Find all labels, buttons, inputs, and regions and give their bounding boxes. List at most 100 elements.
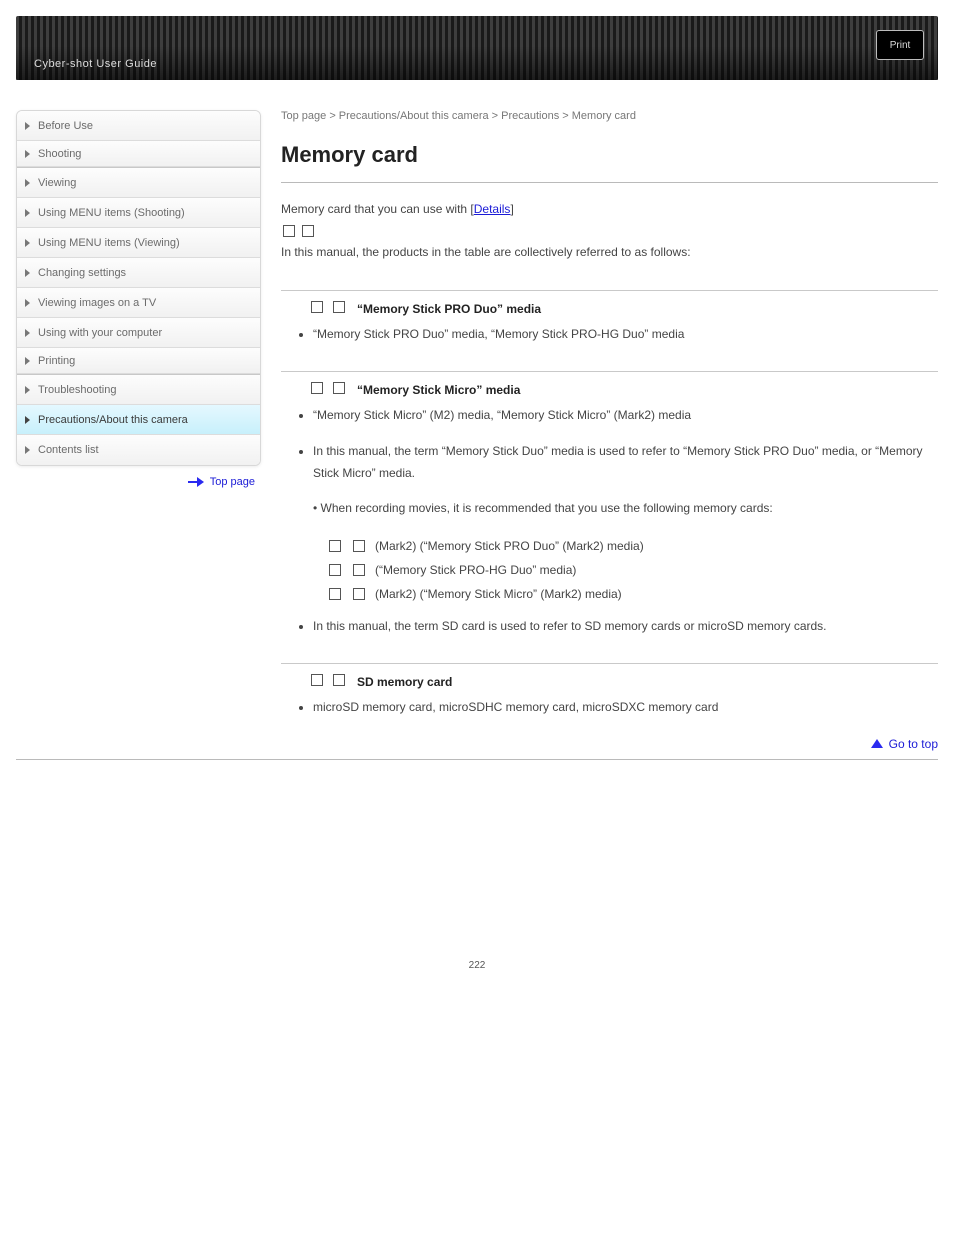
nav-label: Shooting [38,148,81,160]
rule [281,182,938,183]
nav-label: Troubleshooting [38,384,116,396]
intro-line2: In this manual, the products in the tabl… [281,245,691,259]
chevron-right-icon [25,357,30,365]
chevron-right-icon [25,209,30,217]
nav-label: Using MENU items (Shooting) [38,207,185,219]
section: “Memory Stick Micro” media “Memory Stick… [281,371,938,637]
top-page-label: Top page [210,476,255,488]
sub-link-text: (Mark2) (“Memory Stick PRO Duo” (Mark2) … [375,534,644,558]
intro-text: Memory card that you can use with [ [281,202,474,216]
note-item: • When recording movies, it is recommend… [313,498,938,520]
chevron-right-icon [25,269,30,277]
square-icon [333,674,345,686]
nav-item[interactable]: Viewing images on a TV [17,288,260,318]
section-rule [281,290,938,291]
square-icon [283,225,295,237]
nav-label: Changing settings [38,267,126,279]
section-head: SD memory card [309,674,938,689]
section-label: “Memory Stick PRO Duo” media [357,302,541,316]
chevron-right-icon [25,446,30,454]
sub-link-row: (“Memory Stick PRO-HG Duo” media) [327,558,938,582]
footer-rule [16,759,938,760]
go-to-top[interactable]: Go to top [281,737,938,751]
chevron-right-icon [25,150,30,158]
square-icon [333,382,345,394]
square-icon [311,382,323,394]
note-item: “Memory Stick Micro” (M2) media, “Memory… [313,405,938,427]
chevron-right-icon [25,299,30,307]
sub-link-row: (Mark2) (“Memory Stick Micro” (Mark2) me… [327,582,938,606]
sub-link-text: (“Memory Stick PRO-HG Duo” media) [375,558,576,582]
note-item: In this manual, the term SD card is used… [313,616,938,638]
square-icon [353,588,365,600]
section-head: “Memory Stick PRO Duo” media [309,301,938,316]
section-label: “Memory Stick Micro” media [357,383,520,397]
nav-item[interactable]: Viewing [17,168,260,198]
chevron-right-icon [25,416,30,424]
notes-list: “Memory Stick Micro” (M2) media, “Memory… [299,405,938,519]
square-icon [353,540,365,552]
note-item: microSD memory card, microSDHC memory ca… [313,697,938,719]
notes-list: “Memory Stick PRO Duo” media, “Memory St… [299,324,938,346]
sidebar: Before Use Shooting Viewing Using MENU i… [16,110,261,751]
section-rule [281,371,938,372]
breadcrumb[interactable]: Top page > Precautions/About this camera… [281,110,636,122]
nav-item[interactable]: Contents list [17,435,260,465]
nav-item[interactable]: Using MENU items (Viewing) [17,228,260,258]
go-top-label: Go to top [889,737,938,751]
intro-block: Memory card that you can use with [Detai… [281,199,938,264]
nav-label: Precautions/About this camera [38,414,188,426]
note-item: “Memory Stick PRO Duo” media, “Memory St… [313,324,938,346]
sub-link-row: (Mark2) (“Memory Stick PRO Duo” (Mark2) … [327,534,938,558]
top-page-link[interactable]: Top page [16,476,255,488]
triangle-up-icon [871,739,883,748]
chevron-right-icon [25,386,30,394]
details-link[interactable]: Details [474,202,511,216]
nav-label: Using with your computer [38,327,162,339]
side-nav: Before Use Shooting Viewing Using MENU i… [16,110,261,466]
notes-list: microSD memory card, microSDHC memory ca… [299,697,938,719]
nav-item[interactable]: Using with your computer [17,318,260,348]
print-button[interactable]: Print [876,30,924,60]
section: SD memory card microSD memory card, micr… [281,663,938,719]
square-icon [333,301,345,313]
nav-label: Before Use [38,120,93,132]
chevron-right-icon [25,122,30,130]
chevron-right-icon [25,239,30,247]
section-rule [281,663,938,664]
nav-label: Printing [38,355,75,367]
square-icon [329,588,341,600]
section-label: SD memory card [357,675,452,689]
page-number: 222 [16,960,938,971]
nav-item[interactable]: Changing settings [17,258,260,288]
square-icon [302,225,314,237]
square-icon [329,564,341,576]
nav-item-active[interactable]: Precautions/About this camera [17,405,260,435]
nav-item[interactable]: Troubleshooting [17,375,260,405]
nav-label: Viewing images on a TV [38,297,156,309]
nav-label: Viewing [38,177,76,189]
sub-link-text: (Mark2) (“Memory Stick Micro” (Mark2) me… [375,582,622,606]
section-head: “Memory Stick Micro” media [309,382,938,397]
square-icon [311,301,323,313]
square-icon [353,564,365,576]
nav-item[interactable]: Using MENU items (Shooting) [17,198,260,228]
nav-item[interactable]: Before Use [17,111,260,141]
notes-list: In this manual, the term SD card is used… [299,616,938,638]
nav-item[interactable]: Printing [17,348,260,374]
section: “Memory Stick PRO Duo” media “Memory Sti… [281,290,938,346]
chevron-right-icon [25,329,30,337]
square-icon [311,674,323,686]
nav-label: Using MENU items (Viewing) [38,237,180,249]
chevron-right-icon [25,179,30,187]
square-icon [329,540,341,552]
page-title: Memory card [281,142,938,168]
app-title: Cyber-shot User Guide [34,58,157,70]
main-content: Top page > Precautions/About this camera… [281,110,938,751]
arrow-right-icon [188,478,204,486]
note-item: In this manual, the term “Memory Stick D… [313,441,938,484]
nav-item[interactable]: Shooting [17,141,260,167]
intro-suffix: ] [510,202,513,216]
nav-label: Contents list [38,444,99,456]
header-bar: Cyber-shot User Guide Print [16,16,938,80]
